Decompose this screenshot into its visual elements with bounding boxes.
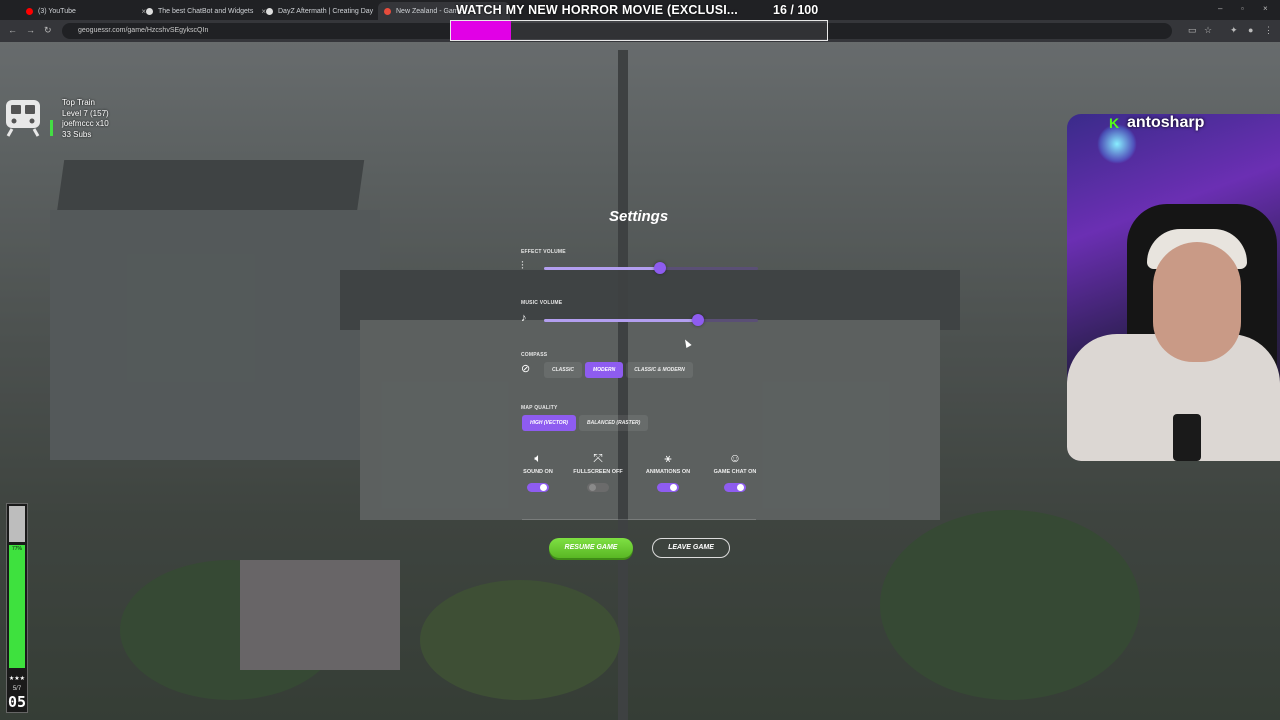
forward-icon[interactable]: → xyxy=(26,25,35,35)
music-volume-label: MUSIC VOLUME xyxy=(521,300,563,306)
top-train-widget: Top Train Level 7 (157) joefmccc x10 33 … xyxy=(4,98,109,140)
music-volume-slider[interactable] xyxy=(544,314,758,326)
meter-small-number: 5/7 xyxy=(12,686,22,692)
top-train-subs: 33 Subs xyxy=(62,129,92,139)
top-train-user: joefmccc x10 xyxy=(62,119,109,128)
compass-option-modern[interactable]: MODERN xyxy=(584,362,624,378)
fullscreen-toggle[interactable] xyxy=(587,483,609,492)
sound-toggle[interactable] xyxy=(527,483,549,492)
train-icon xyxy=(6,100,40,137)
youtube-icon xyxy=(26,7,33,15)
fullscreen-toggle-group: ⤧ FULLSCREEN OFF xyxy=(566,451,630,492)
tab-label: New Zealand - Game xyxy=(396,7,463,15)
slider-fill xyxy=(544,319,699,322)
compass-option-classic-modern[interactable]: CLASSIC & MODERN xyxy=(626,362,693,378)
animations-label: ANIMATIONS ON xyxy=(645,469,691,475)
streamer-name: antosharp xyxy=(1127,114,1205,131)
maximize-icon[interactable]: ▫ xyxy=(1241,4,1244,13)
menu-dots-icon[interactable]: ⋮ xyxy=(1264,25,1273,36)
tab-favicon-icon xyxy=(146,7,153,15)
browser-tab[interactable]: DayZ Aftermath | Creating Day × xyxy=(260,2,392,20)
map-quality-option-high[interactable]: HIGH (VECTOR) xyxy=(522,415,576,431)
fullscreen-icon: ⤧ xyxy=(593,451,603,465)
sound-label: SOUND ON xyxy=(523,469,553,475)
tab-label: (3) YouTube xyxy=(38,7,76,15)
kick-logo-icon: K xyxy=(1109,115,1120,131)
map-quality-option-balanced[interactable]: BALANCED (RASTER) xyxy=(578,415,649,431)
effect-volume-slider[interactable] xyxy=(544,262,758,274)
slider-knob[interactable] xyxy=(653,262,666,274)
meter-empty xyxy=(9,506,25,542)
animations-toggle[interactable] xyxy=(657,483,679,492)
slider-knob[interactable] xyxy=(692,314,705,326)
tab-label: The best ChatBot and Widgets xyxy=(158,7,254,15)
game-chat-toggle-group: ☺ GAME CHAT ON xyxy=(703,451,767,492)
map-quality-selector: HIGH (VECTOR) BALANCED (RASTER) xyxy=(522,415,649,431)
stream-goal-progress-fill xyxy=(451,21,512,40)
running-icon: ⚹ xyxy=(664,451,672,465)
meter-fill xyxy=(9,544,25,668)
browser-tab[interactable]: The best ChatBot and Widgets × xyxy=(140,2,272,20)
bookmark-star-icon[interactable]: ☆ xyxy=(1204,25,1212,36)
top-train-bar xyxy=(50,120,53,136)
game-chat-toggle[interactable] xyxy=(724,483,746,492)
tab-label: DayZ Aftermath | Creating Day xyxy=(278,7,374,15)
meter-stars: ★★★ xyxy=(8,676,26,682)
slider-fill xyxy=(544,267,660,270)
stream-goal-title: WATCH MY NEW HORROR MOVIE (EXCLUSI... xyxy=(456,3,738,17)
compass-icon: ⊘ xyxy=(521,363,531,375)
reload-icon[interactable]: ↻ xyxy=(44,25,52,36)
resume-game-button[interactable]: RESUME GAME xyxy=(549,538,633,558)
webcam-feed: K antosharp xyxy=(1067,114,1280,461)
map-quality-label: MAP QUALITY xyxy=(521,405,558,411)
compass-label: COMPASS xyxy=(521,352,548,358)
stream-goal-progress xyxy=(450,20,828,41)
cast-icon[interactable]: ▭ xyxy=(1188,25,1197,36)
map-pin-icon xyxy=(384,7,391,15)
top-train-level: Level 7 (157) xyxy=(62,108,109,118)
tab-favicon-icon xyxy=(266,7,273,15)
game-chat-label: GAME CHAT ON xyxy=(713,469,757,475)
minimize-icon[interactable]: – xyxy=(1218,4,1222,13)
speaker-icon: 🔈︎ xyxy=(534,451,542,465)
waveform-icon: ⫶ xyxy=(521,260,524,272)
back-icon[interactable]: ← xyxy=(8,25,17,35)
animations-toggle-group: ⚹ ANIMATIONS ON xyxy=(636,451,700,492)
smiley-icon: ☺ xyxy=(728,451,742,465)
sound-toggle-group: 🔈︎ SOUND ON xyxy=(506,451,570,492)
profile-avatar-icon[interactable]: ● xyxy=(1248,25,1253,35)
browser-tab[interactable]: (3) YouTube × xyxy=(20,2,152,20)
compass-selector: CLASSIC MODERN CLASSIC & MODERN xyxy=(544,362,693,378)
leave-game-button[interactable]: LEAVE GAME xyxy=(652,538,730,558)
fullscreen-label: FULLSCREEN OFF xyxy=(573,469,623,475)
top-train-title: Top Train xyxy=(62,98,95,107)
stream-goal-count: 16 / 100 xyxy=(773,3,819,17)
meter-percent: 77% xyxy=(11,546,22,552)
effect-volume-label: EFFECT VOLUME xyxy=(521,249,566,255)
settings-divider xyxy=(522,519,756,520)
music-note-icon: ♪ xyxy=(521,312,527,324)
meter-big-number: 05 xyxy=(7,693,27,711)
extensions-icon[interactable]: ✦ xyxy=(1230,25,1238,36)
stream-meter: 77% ★★★ 5/7 05 xyxy=(6,503,28,713)
compass-option-classic[interactable]: CLASSIC xyxy=(544,362,582,378)
settings-title: Settings xyxy=(609,208,669,225)
window-close-icon[interactable]: × xyxy=(1263,4,1268,13)
